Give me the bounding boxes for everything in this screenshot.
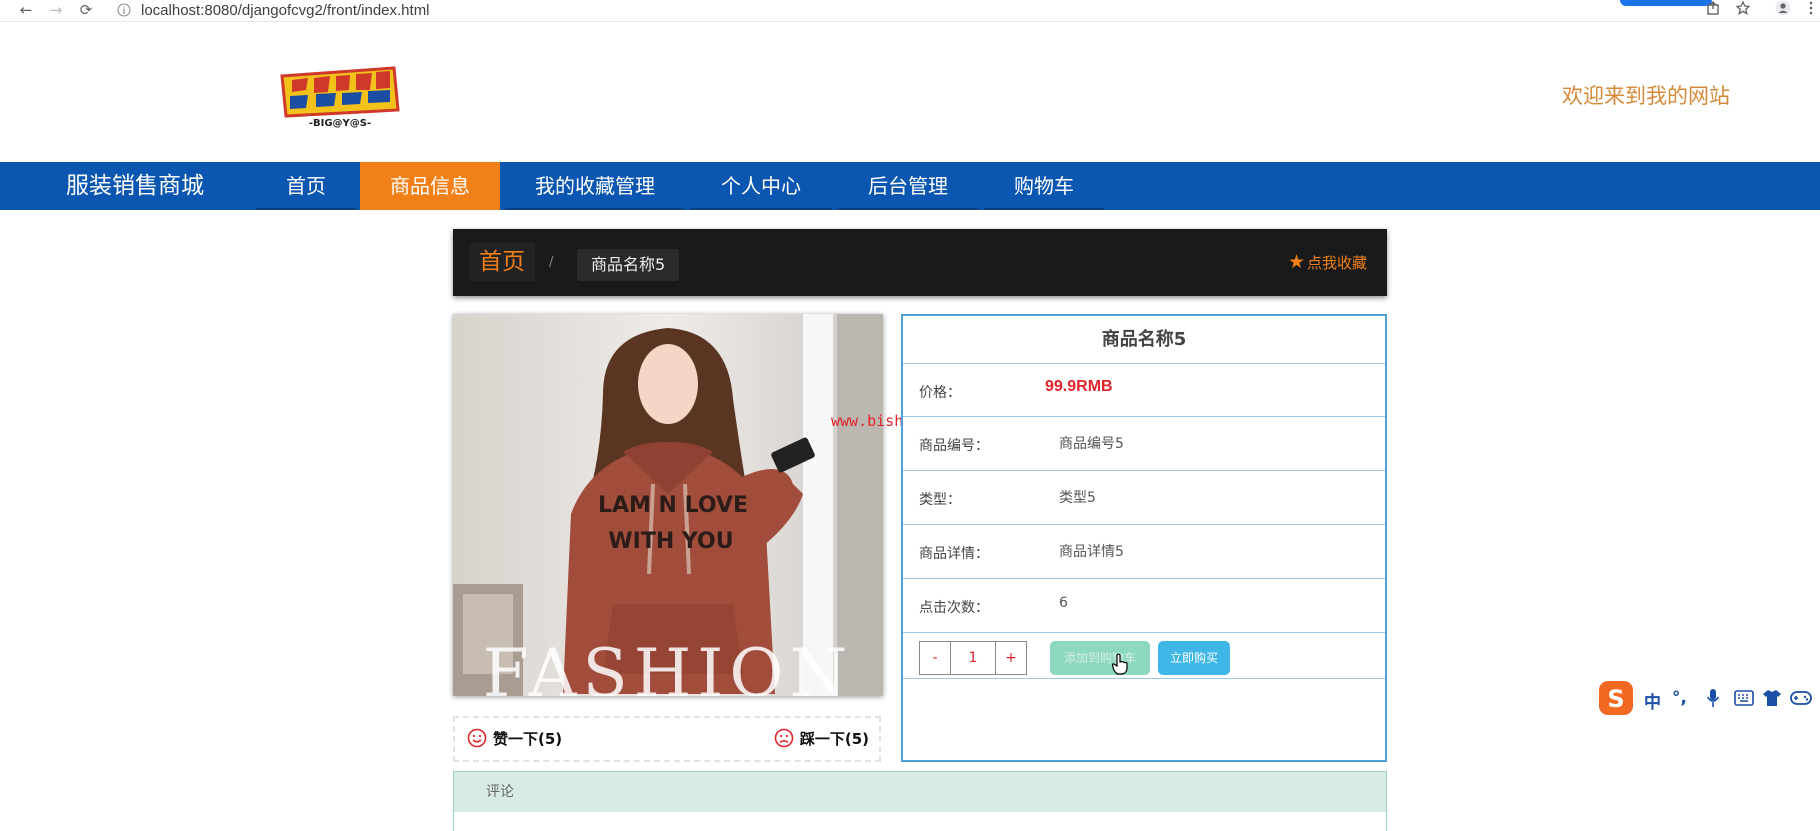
product-detail-panel: 商品名称5 价格： 99.9RMB 商品编号： 商品编号5 类型： 类型5 商品… [901, 314, 1387, 762]
svg-text:-BIG@Y@S-: -BIG@Y@S- [309, 118, 371, 129]
like-button[interactable]: 赞一下(5) [467, 728, 562, 749]
breadcrumb-home[interactable]: 首页 [469, 243, 535, 281]
product-image: LAM N LOVE WITH YOU FASHION [453, 314, 883, 696]
star-icon: ★ [1287, 251, 1305, 273]
code-label: 商品编号： [919, 438, 989, 454]
welcome-text: 欢迎来到我的网站 [1562, 84, 1730, 108]
decrement-button[interactable]: - [920, 642, 950, 674]
ime-punctuation-toggle[interactable]: °, [1672, 688, 1687, 708]
like-label: 赞一下(5) [493, 730, 563, 748]
code-row: 商品编号： 商品编号5 [903, 417, 1385, 471]
frown-icon [774, 728, 794, 748]
shirt-text-2: WITH YOU [608, 529, 733, 554]
nav-product-info[interactable]: 商品信息 [360, 162, 500, 210]
address-bar[interactable]: localhost:8080/djangofcvg2/front/index.h… [141, 2, 430, 19]
shirt-text-1: LAM N LOVE [598, 493, 748, 518]
reload-icon[interactable]: ⟳ [74, 0, 98, 22]
profile-avatar-icon[interactable] [1772, 0, 1794, 22]
smile-icon [467, 728, 487, 748]
vote-box: 赞一下(5) 踩一下(5) [453, 716, 881, 762]
nav-personal-center[interactable]: 个人中心 [690, 162, 832, 210]
product-name: 商品名称5 [903, 316, 1385, 364]
increment-button[interactable]: + [996, 642, 1026, 674]
menu-dots-icon[interactable] [1800, 0, 1820, 22]
price-value: 99.9RMB [1045, 378, 1113, 395]
dislike-label: 踩一下(5) [799, 730, 869, 748]
ime-language-toggle[interactable]: 中 [1644, 688, 1661, 713]
sogou-logo-icon[interactable]: S [1598, 680, 1634, 716]
nav-shopping-cart[interactable]: 购物车 [984, 162, 1104, 210]
profile-indicator [1620, 0, 1712, 6]
detail-value: 商品详情5 [1059, 544, 1124, 560]
code-value: 商品编号5 [1059, 436, 1124, 452]
breadcrumb-separator: / [549, 255, 554, 270]
ime-toolbar: S 中 °, [1598, 680, 1820, 716]
detail-row: 商品详情： 商品详情5 [903, 525, 1385, 579]
clicks-label: 点击次数： [919, 600, 989, 616]
share-icon[interactable] [1702, 0, 1724, 22]
bookmark-star-icon[interactable] [1732, 0, 1754, 22]
browser-toolbar: ← → ⟳ i localhost:8080/djangofcvg2/front… [0, 0, 1820, 22]
fashion-overlay: FASHION [483, 635, 853, 696]
keyboard-icon[interactable] [1734, 690, 1754, 706]
site-title[interactable]: 服装销售商城 [66, 162, 204, 210]
svg-text:S: S [1607, 685, 1624, 713]
action-row: - 1 + 添加到购物车 立即购买 [903, 633, 1385, 679]
type-value: 类型5 [1059, 490, 1096, 506]
type-label: 类型： [919, 492, 961, 508]
clicks-value: 6 [1059, 595, 1068, 611]
comment-title: 评论 [454, 772, 1386, 812]
favorite-button[interactable]: ★ 点我收藏 [1288, 251, 1367, 273]
add-to-cart-button[interactable]: 添加到购物车 [1050, 641, 1150, 675]
nav-my-favorites[interactable]: 我的收藏管理 [505, 162, 685, 210]
microphone-icon[interactable] [1706, 688, 1720, 708]
quantity-stepper: - 1 + [919, 641, 1027, 675]
hand-cursor-icon [1111, 653, 1128, 675]
site-logo[interactable]: -BIG@Y@S- [278, 66, 402, 130]
nav-admin[interactable]: 后台管理 [837, 162, 979, 210]
quantity-input[interactable]: 1 [950, 642, 996, 674]
back-icon[interactable]: ← [14, 0, 38, 22]
price-row: 价格： 99.9RMB [903, 364, 1385, 417]
forward-icon[interactable]: → [44, 0, 68, 22]
price-label: 价格： [919, 385, 961, 401]
favorite-label: 点我收藏 [1306, 254, 1367, 272]
breadcrumb: 首页 / 商品名称5 ★ 点我收藏 [453, 229, 1387, 296]
clicks-row: 点击次数： 6 [903, 579, 1385, 633]
breadcrumb-current: 商品名称5 [577, 249, 680, 281]
dislike-button[interactable]: 踩一下(5) [774, 728, 869, 749]
main-nav: 服装销售商城 首页 商品信息 我的收藏管理 个人中心 后台管理 购物车 [0, 162, 1820, 210]
nav-home[interactable]: 首页 [256, 162, 356, 210]
gamepad-icon[interactable] [1790, 690, 1812, 706]
buy-now-button[interactable]: 立即购买 [1158, 641, 1230, 675]
type-row: 类型： 类型5 [903, 471, 1385, 525]
detail-label: 商品详情： [919, 546, 989, 562]
comment-section: 评论 [453, 771, 1387, 831]
skin-shirt-icon[interactable] [1762, 688, 1782, 708]
site-info-icon[interactable]: i [117, 3, 131, 16]
